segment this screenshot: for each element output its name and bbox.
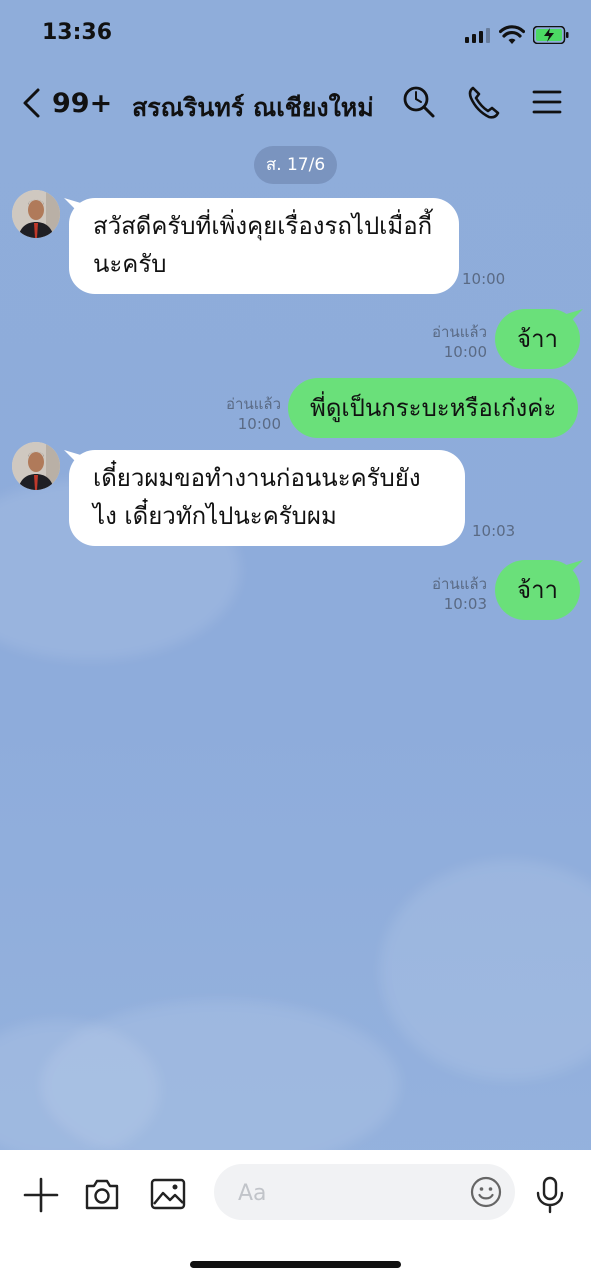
message-text: เดี๋ยวผมขอทำงานก่อนนะครับยังไง เดี๋ยวทัก…	[93, 464, 421, 530]
message-text: สวัสดีครับที่เพิ่งคุยเรื่องรถไปเมื่อกี้ …	[93, 212, 433, 278]
message-time-text: 10:03	[472, 522, 516, 540]
date-divider: ส. 17/6	[254, 146, 337, 184]
cellular-signal-icon	[465, 27, 491, 43]
incoming-message-bubble[interactable]: สวัสดีครับที่เพิ่งคุยเรื่องรถไปเมื่อกี้ …	[69, 198, 459, 294]
plus-icon[interactable]	[22, 1176, 60, 1214]
chat-title[interactable]: สรณรินทร์ ณเชียงใหม่	[132, 88, 374, 128]
message-time: 10:00	[462, 269, 512, 289]
chat-screen: 13:36 99+ สรณรินทร์ ณเชียงใหม่ ส. 17/6 ส…	[0, 0, 591, 1280]
message-time-text: 10:00	[462, 270, 506, 288]
home-indicator	[190, 1261, 401, 1268]
message-text: พี่ดูเป็นกระบะหรือเก๋งค่ะ	[310, 394, 557, 422]
microphone-icon[interactable]	[535, 1176, 565, 1214]
message-time-text: 10:00	[443, 343, 487, 361]
message-meta: อ่านแล้ว 10:00	[194, 394, 281, 434]
avatar-photo	[12, 190, 60, 238]
status-time: 13:36	[42, 20, 113, 45]
message-time-text: 10:00	[237, 415, 281, 433]
phone-icon[interactable]	[467, 84, 501, 120]
emoji-icon[interactable]	[470, 1176, 502, 1208]
message-text: จ้าา	[517, 576, 559, 604]
status-bar: 13:36	[0, 0, 591, 70]
incoming-message-bubble[interactable]: เดี๋ยวผมขอทำงานก่อนนะครับยังไง เดี๋ยวทัก…	[69, 450, 465, 546]
image-icon[interactable]	[150, 1176, 186, 1212]
message-input-container	[214, 1164, 515, 1222]
back-chevron-icon[interactable]	[20, 84, 44, 122]
read-receipt: อ่านแล้ว	[226, 395, 281, 413]
message-time: 10:03	[472, 521, 522, 541]
message-input[interactable]	[236, 1164, 460, 1222]
avatar[interactable]	[12, 190, 60, 238]
message-time-text: 10:03	[443, 595, 487, 613]
outgoing-message-bubble[interactable]: พี่ดูเป็นกระบะหรือเก๋งค่ะ	[288, 378, 578, 438]
message-text: จ้าา	[517, 325, 559, 353]
message-meta: อ่านแล้ว 10:00	[400, 322, 487, 362]
read-receipt: อ่านแล้ว	[432, 323, 487, 341]
avatar-photo	[12, 442, 60, 490]
camera-icon[interactable]	[84, 1176, 120, 1212]
back-unread-count[interactable]: 99+	[52, 88, 112, 119]
chat-header: 99+ สรณรินทร์ ณเชียงใหม่	[0, 70, 591, 140]
battery-charging-icon	[533, 26, 569, 44]
avatar[interactable]	[12, 442, 60, 490]
wifi-icon	[499, 25, 525, 44]
background-cloud	[380, 860, 591, 1080]
read-receipt: อ่านแล้ว	[432, 575, 487, 593]
message-meta: อ่านแล้ว 10:03	[400, 574, 487, 614]
search-icon[interactable]	[402, 84, 436, 120]
menu-icon[interactable]	[532, 84, 562, 120]
